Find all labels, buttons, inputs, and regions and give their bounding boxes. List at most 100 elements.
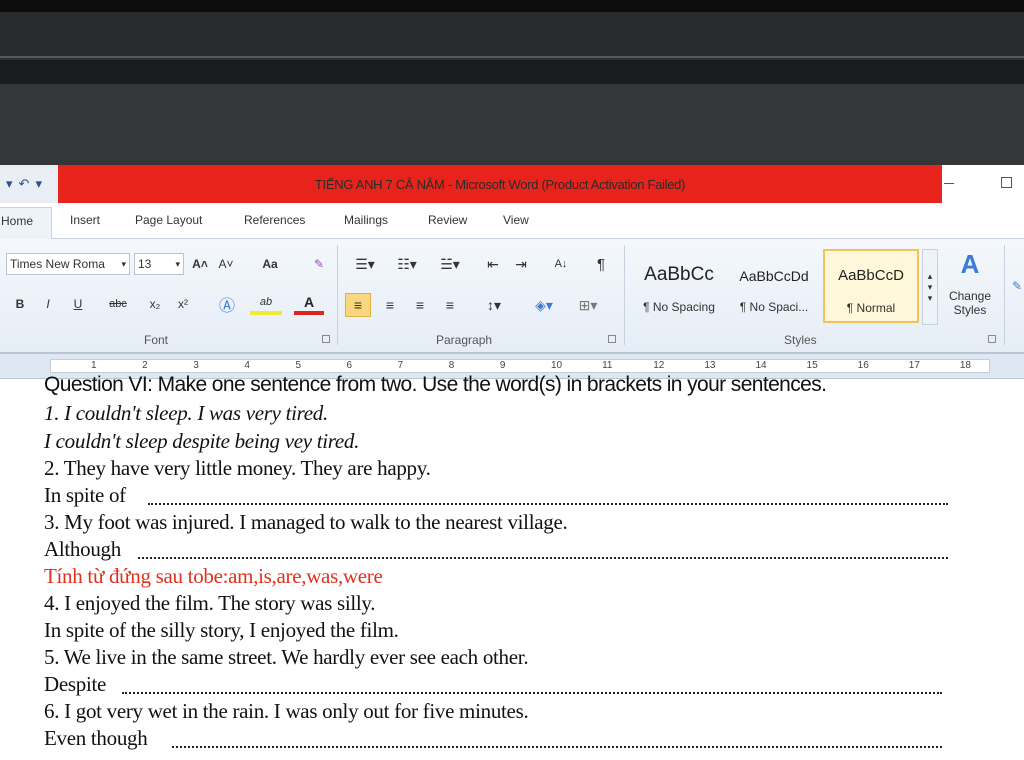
shading-icon[interactable]: ◈▾	[526, 293, 562, 317]
borders-icon[interactable]: ⊞▾	[570, 293, 606, 317]
document-line: 4. I enjoyed the film. The story was sil…	[44, 591, 376, 615]
paragraph-group-label: Paragraph	[436, 333, 493, 347]
grow-font-button[interactable]: A˄	[190, 253, 210, 275]
word-window: ▾ ↶ ▾ TIẾNG ANH 7 CẢ NĂM - Microsoft Wor…	[0, 165, 1024, 760]
tab-insert[interactable]: Insert	[70, 213, 100, 227]
document-line: 2. They have very little money. They are…	[44, 456, 431, 480]
more-icon: ▾	[927, 292, 933, 303]
document-line: 6. I got very wet in the rain. I was onl…	[44, 699, 529, 723]
change-styles-button[interactable]: Change Styles	[940, 285, 1000, 321]
style-tile-no-spacing[interactable]: AaBbCc ¶ No Spacing	[632, 249, 726, 323]
align-left-icon[interactable]: ≡	[345, 293, 371, 317]
styles-group-label: Styles	[784, 333, 817, 347]
ruler-number: 12	[653, 360, 665, 371]
sort-button[interactable]: A↓	[548, 253, 574, 275]
document-page[interactable]: Question VI: Make one sentence from two.…	[0, 373, 1024, 760]
chevron-down-icon: ▾	[175, 258, 180, 269]
answer-blank	[122, 692, 942, 694]
highlight-button[interactable]: ab	[250, 293, 282, 315]
show-formatting-button[interactable]: ¶	[590, 253, 612, 275]
superscript-button[interactable]: x²	[172, 293, 194, 315]
ruler-number: 4	[244, 360, 250, 371]
justify-icon[interactable]: ≡	[438, 293, 462, 317]
font-name-dropdown[interactable]: Times New Roma ▾	[6, 253, 130, 275]
style-tile-normal[interactable]: AaBbCcD ¶ Normal	[823, 249, 919, 323]
style-tile-no-spacing-2[interactable]: AaBbCcDd ¶ No Spaci...	[728, 249, 820, 323]
style-sample: AaBbCcDd	[739, 268, 809, 284]
ruler-number: 9	[499, 360, 506, 371]
editing-group-icon[interactable]: ✎	[1010, 251, 1024, 321]
align-center-icon[interactable]: ≡	[378, 293, 402, 317]
group-divider	[337, 245, 338, 345]
minimize-button[interactable]	[944, 183, 954, 184]
tab-view[interactable]: View	[503, 213, 529, 227]
styles-scroll[interactable]: ▴ ▾ ▾	[922, 249, 938, 325]
font-size-dropdown[interactable]: 13 ▾	[134, 253, 184, 275]
italic-button[interactable]: I	[38, 293, 58, 315]
ruler-number: 5	[295, 360, 301, 371]
document-line: In spite of	[44, 483, 126, 507]
teacher-note: Tính từ đứng sau tobe:am,is,are,was,were	[44, 564, 383, 588]
clear-formatting-icon[interactable]: ✎	[308, 253, 330, 275]
undo-icon[interactable]: ↶	[19, 176, 30, 192]
style-sample: AaBbCcD	[838, 267, 904, 284]
question-heading: Question VI: Make one sentence from two.…	[44, 373, 827, 396]
strikethrough-button[interactable]: abc	[100, 293, 136, 315]
ruler-number: 17	[908, 360, 920, 371]
background-window-area	[0, 0, 1024, 165]
ruler-number: 15	[806, 360, 818, 371]
multilevel-list-icon[interactable]: ☱▾	[432, 253, 468, 275]
qat-menu-icon[interactable]: ▾	[6, 176, 13, 192]
window-title: TIẾNG ANH 7 CẢ NĂM - Microsoft Word (Pro…	[314, 176, 686, 192]
tab-home[interactable]: Home	[0, 207, 52, 240]
subscript-button[interactable]: x₂	[144, 293, 166, 315]
qat-dropdown-icon[interactable]: ▾	[35, 176, 42, 192]
ruler-number: 2	[142, 360, 148, 371]
ribbon-tabs: Home Insert Page Layout References Maili…	[0, 203, 1024, 240]
tab-mailings[interactable]: Mailings	[344, 213, 388, 227]
document-line: I couldn't sleep despite being vey tired…	[44, 429, 360, 453]
document-line: 3. My foot was injured. I managed to wal…	[44, 510, 568, 534]
bold-button[interactable]: B	[10, 293, 30, 315]
change-case-button[interactable]: Aa	[255, 253, 285, 275]
bullets-icon[interactable]: ☰▾	[348, 253, 382, 275]
ruler-number: 8	[448, 360, 455, 371]
ruler-track: 1 2 3 4 5 6 7 8 9 10 11 12 13 14 15 16 17 18	[50, 359, 990, 373]
tab-references[interactable]: References	[244, 213, 305, 227]
align-right-icon[interactable]: ≡	[408, 293, 432, 317]
answer-blank	[148, 503, 948, 505]
ruler-number: 13	[704, 360, 716, 371]
text-effects-icon[interactable]: Ⓐ	[212, 293, 242, 315]
line-spacing-icon[interactable]: ↕▾	[476, 293, 512, 317]
font-name-value: Times New Roma	[10, 257, 105, 271]
chevron-up-icon: ▴	[927, 270, 933, 281]
font-color-button[interactable]: A	[294, 293, 324, 315]
document-line: Although	[44, 537, 121, 561]
title-bar: TIẾNG ANH 7 CẢ NĂM - Microsoft Word (Pro…	[58, 165, 942, 203]
tab-review[interactable]: Review	[428, 213, 467, 227]
decrease-indent-icon[interactable]: ⇤	[482, 253, 504, 275]
dark-band	[0, 12, 1024, 58]
paragraph-dialog-launcher-icon[interactable]	[608, 335, 616, 343]
dark-band	[0, 60, 1024, 84]
tab-page-layout[interactable]: Page Layout	[135, 213, 202, 227]
quick-access-toolbar: ▾ ↶ ▾	[0, 165, 60, 203]
ruler-number: 3	[193, 360, 199, 371]
styles-dialog-launcher-icon[interactable]	[988, 335, 996, 343]
ruler-number: 1	[91, 360, 97, 371]
font-dialog-launcher-icon[interactable]	[322, 335, 330, 343]
dark-band	[0, 84, 1024, 165]
increase-indent-icon[interactable]: ⇥	[510, 253, 532, 275]
underline-button[interactable]: U	[66, 293, 90, 315]
shrink-font-button[interactable]: A˅	[216, 253, 236, 275]
window-controls	[942, 165, 1024, 203]
ruler-number: 10	[551, 360, 563, 371]
font-size-value: 13	[138, 257, 152, 271]
style-name: ¶ No Spacing	[643, 300, 715, 314]
ruler-number: 11	[602, 360, 613, 371]
font-group-label: Font	[144, 333, 169, 347]
numbering-icon[interactable]: ☷▾	[390, 253, 424, 275]
maximize-button[interactable]	[1001, 177, 1012, 188]
style-sample: AaBbCc	[644, 264, 714, 285]
change-styles-icon[interactable]: A	[944, 247, 996, 281]
